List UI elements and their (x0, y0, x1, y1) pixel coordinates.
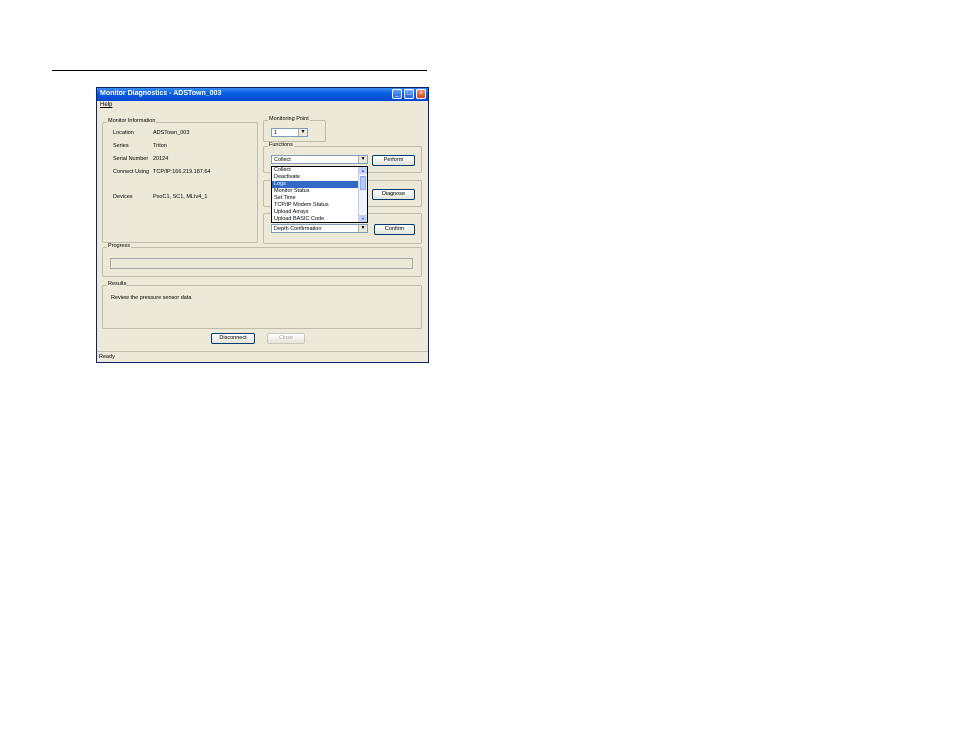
dropdown-scrollbar[interactable]: ▲ ▼ (358, 167, 367, 222)
functions-label: Functions (268, 142, 294, 148)
location-value: ADSTown_003 (153, 130, 190, 136)
title-bar[interactable]: Monitor Diagnostics - ADSTown_003 _ □ × (97, 88, 428, 101)
monitoring-point-label: Monitoring Point (268, 116, 310, 122)
monitor-information-label: Monitor Information (107, 118, 157, 124)
dropdown-option[interactable]: Collect (272, 167, 359, 174)
functions-dropdown-list[interactable]: Collect Deactivate Logs Monitor Status S… (271, 166, 368, 223)
maximize-icon[interactable]: □ (404, 89, 414, 99)
series-label: Series (113, 143, 129, 149)
confirm-button[interactable]: Confirm (374, 224, 415, 235)
monitor-diagnostics-window: Monitor Diagnostics - ADSTown_003 _ □ × … (96, 87, 429, 363)
monitoring-point-select[interactable]: 1 ▼ (271, 128, 308, 137)
serial-number-label: Serial Number (113, 156, 149, 162)
devices-value: PsoC1, SC1, MLIv4_1 (153, 194, 208, 200)
devices-label: Devices (113, 194, 133, 200)
scroll-thumb[interactable] (360, 176, 366, 190)
connect-using-value: TCP/IP:166.219.187.64 (153, 169, 211, 175)
scroll-down-icon[interactable]: ▼ (359, 215, 367, 222)
chevron-down-icon[interactable]: ▼ (358, 156, 367, 163)
scroll-up-icon[interactable]: ▲ (359, 167, 367, 174)
confirmation-select-value: Depth Confirmation (274, 226, 322, 232)
dropdown-option[interactable]: Set Time (272, 195, 359, 202)
chevron-down-icon[interactable]: ▼ (358, 225, 367, 232)
dropdown-option[interactable]: Monitor Status (272, 188, 359, 195)
dropdown-option-selected[interactable]: Logs (272, 181, 359, 188)
chevron-down-icon[interactable]: ▼ (298, 129, 307, 136)
status-text: Ready (99, 354, 115, 360)
functions-select[interactable]: Collect ▼ (271, 155, 368, 164)
close-button[interactable]: Close (267, 333, 305, 344)
location-label: Location (113, 130, 134, 136)
connect-using-label: Connect Using (113, 169, 150, 175)
monitoring-point-value: 1 (274, 130, 278, 136)
perform-button[interactable]: Perform (372, 155, 415, 166)
progress-bar (110, 258, 413, 269)
results-group: Results Review the pressure sensor data (102, 281, 422, 329)
menu-help[interactable]: Help (100, 102, 112, 108)
dropdown-option[interactable]: TCP/IP Modem Status (272, 202, 359, 209)
serial-number-value: 20124 (153, 156, 169, 162)
dropdown-option[interactable]: Deactivate (272, 174, 359, 181)
results-text: Review the pressure sensor data (111, 295, 192, 301)
progress-label: Progress (107, 243, 132, 249)
minimize-icon[interactable]: _ (392, 89, 402, 99)
diagnose-button[interactable]: Diagnose (372, 189, 415, 200)
disconnect-button[interactable]: Disconnect (211, 333, 255, 344)
series-value: Triton (153, 143, 167, 149)
dropdown-option[interactable]: Upload BASIC Code (272, 216, 359, 222)
window-title: Monitor Diagnostics - ADSTown_003 (100, 90, 222, 97)
results-label: Results (107, 281, 128, 287)
status-bar: Ready (97, 351, 428, 362)
monitor-information-group: Monitor Information Location ADSTown_003… (102, 118, 258, 243)
monitoring-point-group: Monitoring Point 1 ▼ (263, 116, 326, 142)
dropdown-option[interactable]: Upload Arrays (272, 209, 359, 216)
functions-select-value: Collect (274, 157, 291, 163)
confirmation-select[interactable]: Depth Confirmation ▼ (271, 224, 368, 233)
page-rule (52, 70, 427, 71)
close-icon[interactable]: × (416, 89, 426, 99)
menu-bar: Help (97, 101, 428, 110)
